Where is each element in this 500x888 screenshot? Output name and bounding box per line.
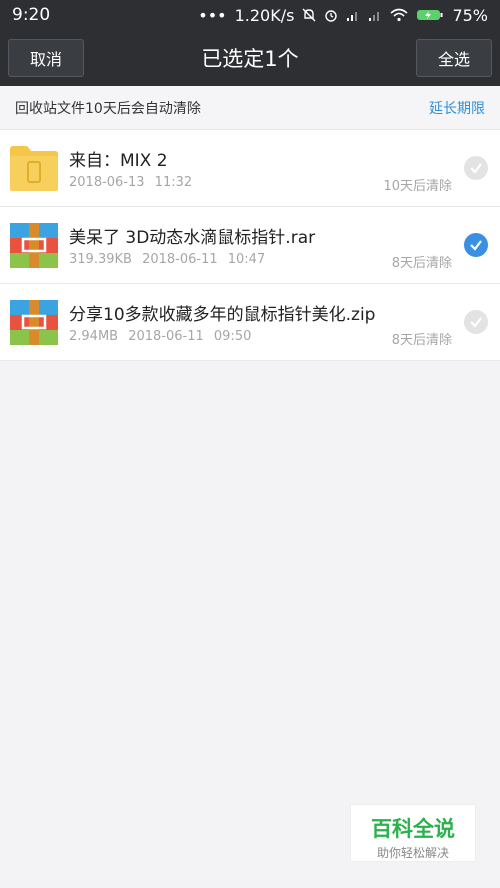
list-item[interactable]: 分享10多款收藏多年的鼠标指针美化.zip 2.94MB 2018-06-11 … — [0, 284, 500, 361]
expire-label: 10天后清除 — [383, 179, 452, 194]
signal-2-icon — [369, 12, 380, 21]
title-bar: 已选定1个 取消 全选 — [0, 30, 500, 86]
file-name: 美呆了 3D动态水滴鼠标指针.rar — [69, 228, 316, 248]
alarm-icon — [325, 10, 338, 22]
folder-icon — [10, 146, 58, 191]
recycle-notice: 回收站文件10天后会自动清除 延长期限 — [0, 86, 500, 130]
watermark: 百科全说 助你轻松解决 — [350, 804, 476, 862]
signal-icon — [347, 12, 358, 21]
watermark-subtitle: 助你轻松解决 — [376, 846, 449, 860]
archive-icon — [10, 300, 58, 345]
mute-bell-icon — [302, 8, 316, 22]
file-meta: 319.39KB 2018-06-11 10:47 — [69, 252, 266, 267]
archive-icon — [10, 223, 58, 268]
status-time: 9:20 — [12, 5, 51, 25]
checkbox-icon[interactable] — [464, 156, 488, 180]
file-meta: 2.94MB 2018-06-11 09:50 — [69, 329, 252, 344]
watermark-title: 百科全说 — [371, 817, 455, 841]
checked-icon[interactable] — [464, 233, 488, 257]
wifi-icon — [390, 8, 408, 22]
battery-charging-icon — [417, 10, 443, 20]
file-name: 分享10多款收藏多年的鼠标指针美化.zip — [69, 305, 376, 325]
list-item[interactable]: 来自：MIX 2 2018-06-13 11:32 10天后清除 — [0, 130, 500, 207]
battery-percent: 75% — [452, 5, 488, 25]
cancel-button[interactable]: 取消 — [8, 39, 84, 77]
notification-dots: ••• — [198, 5, 227, 25]
list-item[interactable]: 美呆了 3D动态水滴鼠标指针.rar 319.39KB 2018-06-11 1… — [0, 207, 500, 284]
status-bar: 9:20 ••• 1.20K/s 75% — [0, 0, 500, 30]
expire-label: 8天后清除 — [391, 256, 452, 271]
file-list: 来自：MIX 2 2018-06-13 11:32 10天后清除 美呆了 3D动… — [0, 130, 500, 361]
file-name: 来自：MIX 2 — [69, 151, 168, 171]
expire-label: 8天后清除 — [391, 333, 452, 348]
extend-period-link[interactable]: 延长期限 — [429, 98, 485, 118]
network-speed: 1.20K/s — [234, 5, 295, 25]
checkbox-icon[interactable] — [464, 310, 488, 334]
file-meta: 2018-06-13 11:32 — [69, 175, 193, 190]
notice-text: 回收站文件10天后会自动清除 — [15, 100, 201, 117]
select-all-button[interactable]: 全选 — [416, 39, 492, 77]
